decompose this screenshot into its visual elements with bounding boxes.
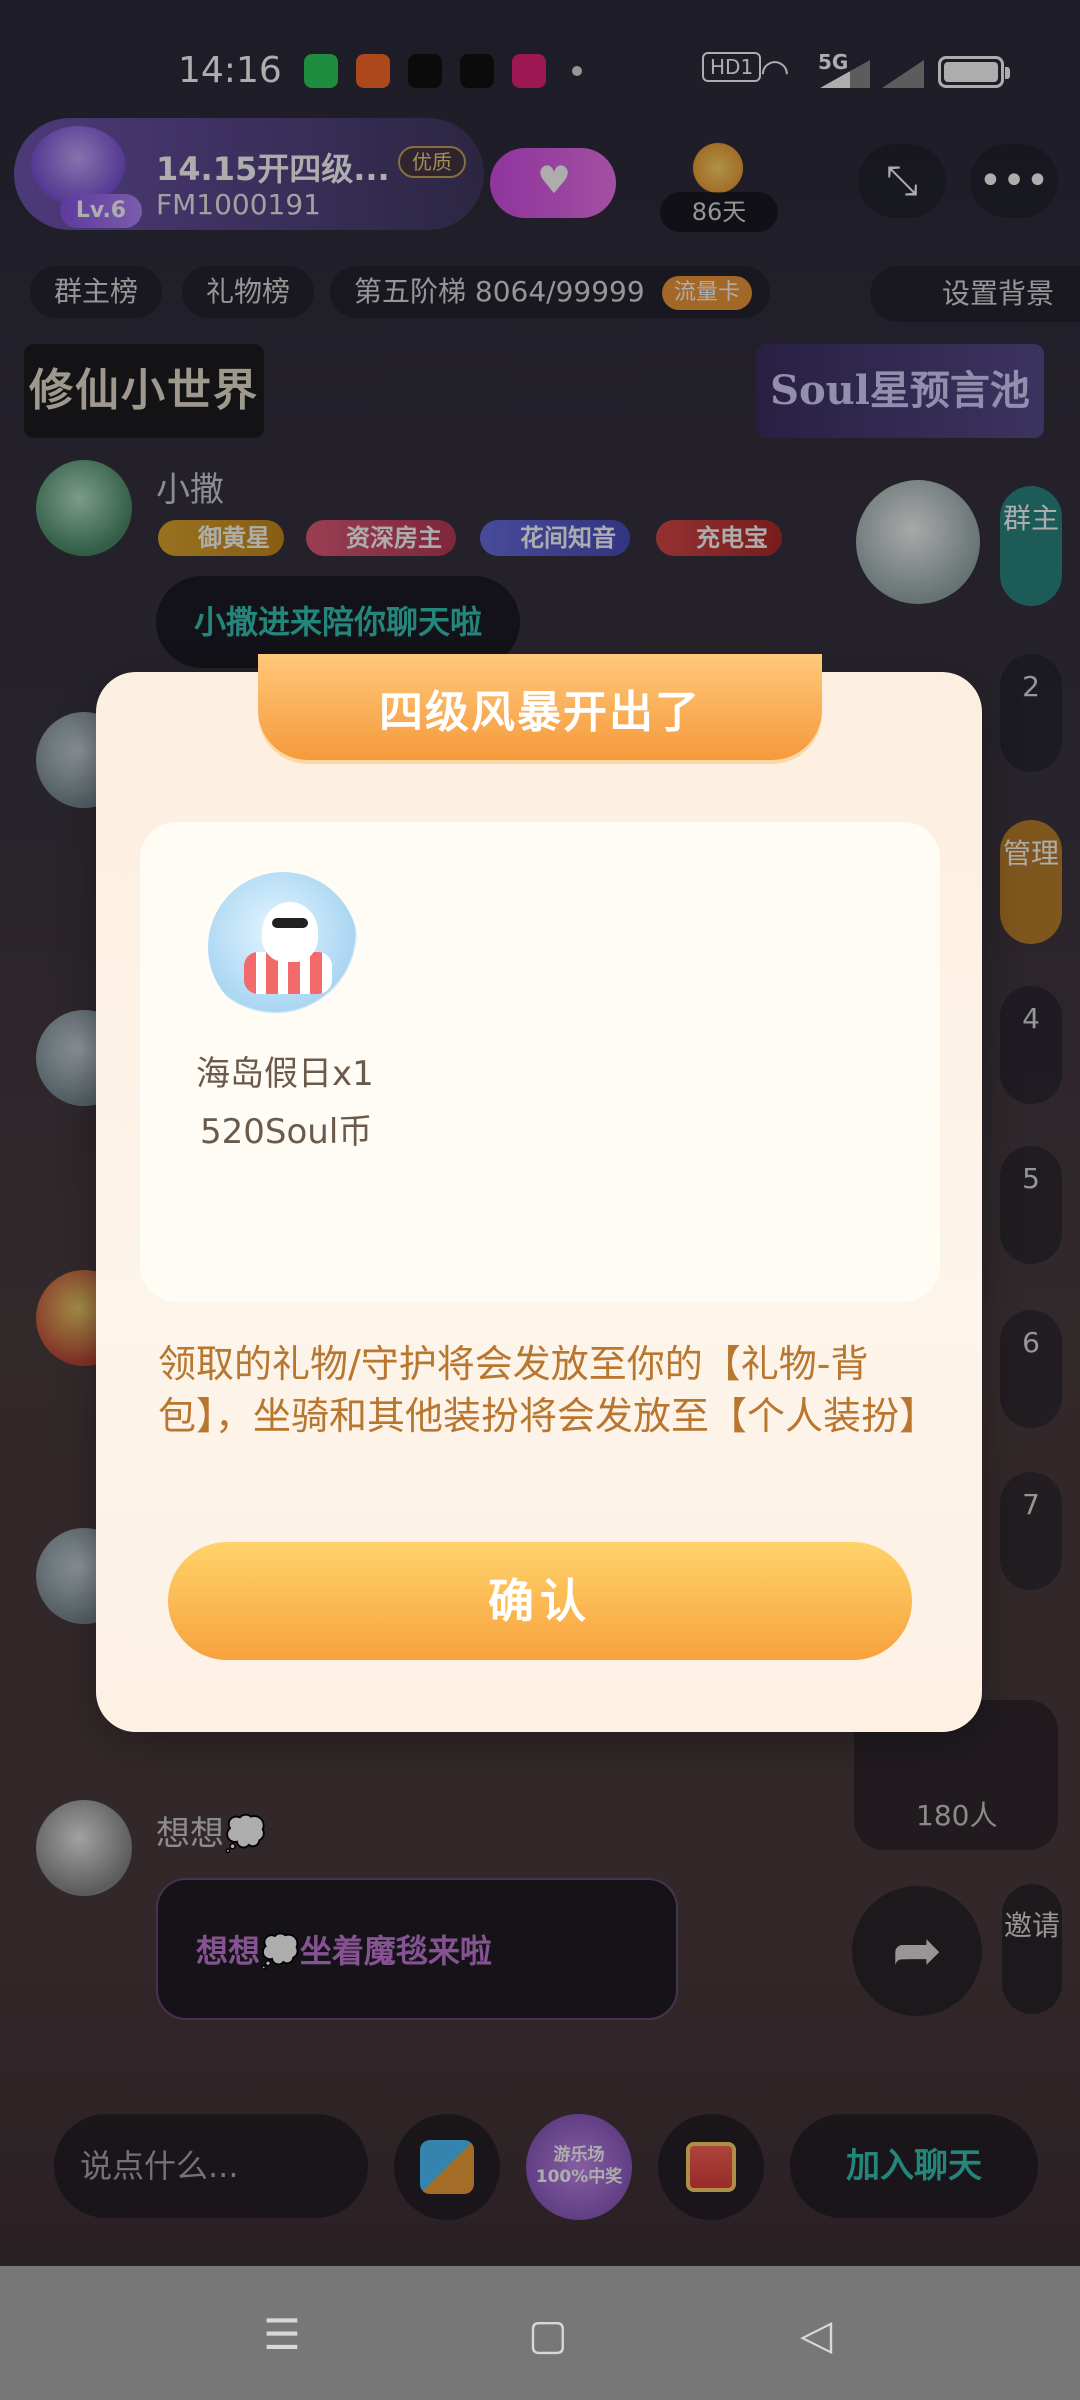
home-icon[interactable]: ▢ — [518, 2310, 578, 2360]
dialog-title: 四级风暴开出了 — [379, 687, 701, 738]
gift-name: 海岛假日x1 — [196, 1054, 374, 1094]
back-icon[interactable]: ◁ — [786, 2310, 846, 2360]
confirm-button[interactable]: 确认 — [168, 1542, 912, 1660]
island-holiday-gift-icon — [208, 872, 358, 1022]
gift-price: 520Soul币 — [200, 1112, 373, 1152]
dialog-description: 领取的礼物/守护将会发放至你的【礼物-背包】，坐骑和其他装扮将会发放至【个人装扮… — [158, 1342, 938, 1438]
menu-icon[interactable]: ☰ — [252, 2310, 312, 2360]
